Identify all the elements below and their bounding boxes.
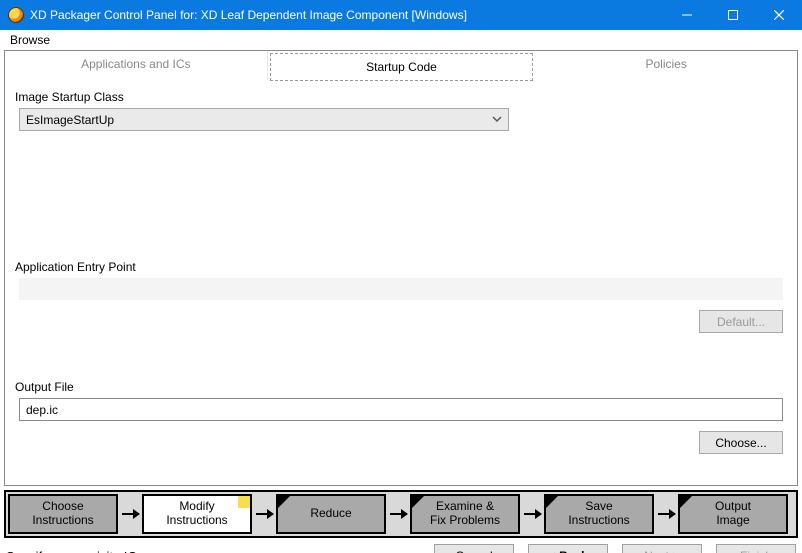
finish-button: Finish <box>716 544 796 553</box>
status-hint: Specify prerequisite ICs. <box>6 549 420 553</box>
menu-bar: Browse <box>0 30 802 50</box>
step-output-image[interactable]: OutputImage <box>678 494 788 534</box>
tab-applications[interactable]: Applications and ICs <box>5 51 268 80</box>
step-examine-fix[interactable]: Examine &Fix Problems <box>410 494 520 534</box>
back-button[interactable]: <Back <box>528 544 608 553</box>
minimize-button[interactable] <box>664 0 710 30</box>
choose-button[interactable]: Choose... <box>699 431 783 454</box>
chevron-left-icon: < <box>548 549 555 553</box>
step-save-instructions[interactable]: SaveInstructions <box>544 494 654 534</box>
label-application-entry-point: Application Entry Point <box>15 260 789 274</box>
next-button: Next> <box>622 544 702 553</box>
arrow-icon <box>654 494 678 534</box>
close-button[interactable] <box>756 0 802 30</box>
tab-strip: Applications and ICs Startup Code Polici… <box>4 50 798 80</box>
combo-image-startup-class[interactable]: EsImageStartUp <box>19 108 509 131</box>
menu-browse[interactable]: Browse <box>4 31 56 49</box>
group-output-file: Output File Choose... <box>13 376 789 476</box>
combo-image-startup-class-value: EsImageStartUp <box>26 113 114 127</box>
step-choose-instructions[interactable]: ChooseInstructions <box>8 494 118 534</box>
chevron-right-icon: > <box>673 549 680 553</box>
default-button: Default... <box>699 310 783 333</box>
arrow-icon <box>520 494 544 534</box>
step-corner-icon <box>680 496 692 508</box>
step-modify-instructions[interactable]: ModifyInstructions <box>142 494 252 534</box>
title-bar: XD Packager Control Panel for: XD Leaf D… <box>0 0 802 30</box>
output-file-input[interactable] <box>19 398 783 421</box>
entry-point-value <box>19 278 783 300</box>
label-output-file: Output File <box>15 380 789 394</box>
group-application-entry-point: Application Entry Point Default... <box>13 256 789 376</box>
step-corner-icon <box>546 496 558 508</box>
window-title: XD Packager Control Panel for: XD Leaf D… <box>30 8 467 22</box>
tab-panel-startup: Image Startup Class EsImageStartUp Appli… <box>4 80 798 486</box>
tab-policies[interactable]: Policies <box>535 51 797 80</box>
app-icon <box>8 7 24 23</box>
step-reduce[interactable]: Reduce <box>276 494 386 534</box>
bottom-bar: Specify prerequisite ICs. Cancel <Back N… <box>0 538 802 553</box>
maximize-button[interactable] <box>710 0 756 30</box>
step-corner-icon <box>412 496 424 508</box>
chevron-down-icon <box>492 113 502 127</box>
cancel-button[interactable]: Cancel <box>434 544 514 553</box>
label-image-startup-class: Image Startup Class <box>15 90 789 104</box>
group-image-startup-class: Image Startup Class EsImageStartUp <box>13 86 789 256</box>
arrow-icon <box>118 494 142 534</box>
wizard-strip: ChooseInstructions ModifyInstructions Re… <box>4 490 798 538</box>
step-corner-icon <box>278 496 290 508</box>
tab-startup-code[interactable]: Startup Code <box>270 53 534 81</box>
arrow-icon <box>386 494 410 534</box>
arrow-icon <box>252 494 276 534</box>
step-badge-icon <box>238 496 250 508</box>
